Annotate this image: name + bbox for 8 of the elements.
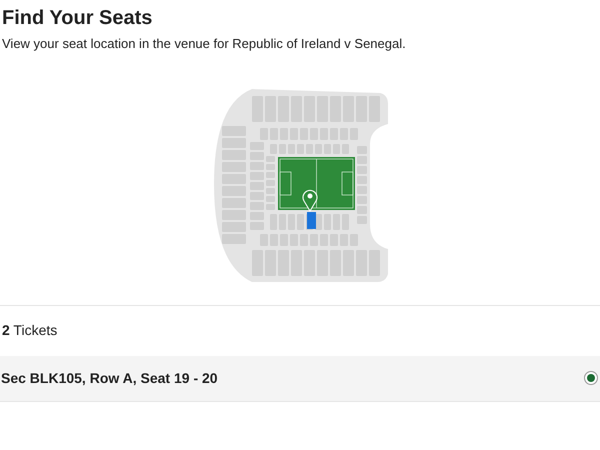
seat-section-highlight [307, 212, 316, 228]
location-pin-icon [302, 189, 318, 211]
seat-label: Sec BLK105, Row A, Seat 19 - 20 [1, 368, 218, 388]
page-description: View your seat location in the venue for Republic of Ireland v Senegal. [1, 35, 407, 53]
ticket-option[interactable]: Sec BLK105, Row A, Seat 19 - 20 [0, 356, 600, 402]
ticket-count: 2 Tickets [2, 321, 58, 340]
radio-button[interactable] [584, 371, 598, 385]
page-title: Find Your Seats [1, 6, 154, 31]
